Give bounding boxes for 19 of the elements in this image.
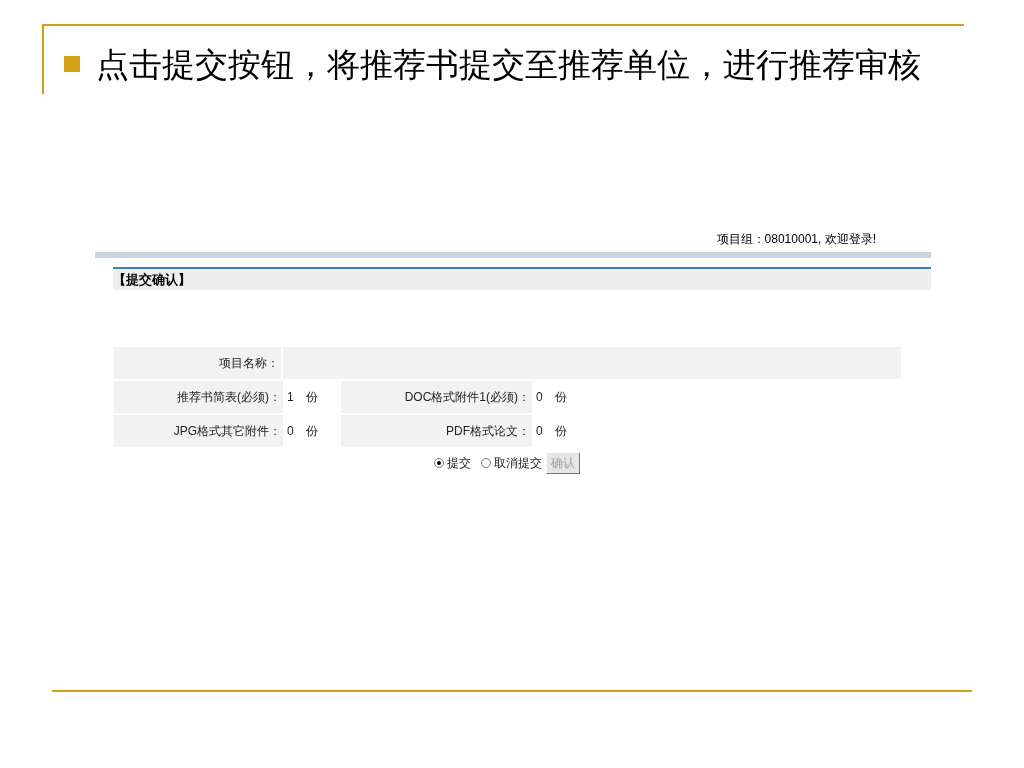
unit-text: 份 xyxy=(305,389,318,406)
field-label: DOC格式附件1(必须)： xyxy=(341,381,532,413)
welcome-text: 项目组：08010001, 欢迎登录! xyxy=(716,231,876,248)
field-label: 项目名称： xyxy=(114,347,281,379)
radio-option[interactable]: 提交 xyxy=(434,454,471,472)
count-text: 0 xyxy=(287,423,294,440)
section-title: 【提交确认】 xyxy=(113,270,191,289)
field-label: JPG格式其它附件： xyxy=(114,415,283,447)
unit-text: 份 xyxy=(305,423,318,440)
field-label: 推荐书简表(必须)： xyxy=(114,381,283,413)
unit-text: 份 xyxy=(554,389,567,406)
unit-text: 份 xyxy=(554,423,567,440)
radio-option[interactable]: 取消提交 xyxy=(481,454,542,472)
bullet-icon xyxy=(64,56,80,72)
count-text: 1 xyxy=(287,389,294,406)
count-text: 0 xyxy=(536,423,543,440)
count-text: 0 xyxy=(536,389,543,406)
slide-title: 点击提交按钮，将推荐书提交至推荐单位，进行推荐审核 xyxy=(96,47,921,81)
field-label: PDF格式论文： xyxy=(341,415,532,447)
